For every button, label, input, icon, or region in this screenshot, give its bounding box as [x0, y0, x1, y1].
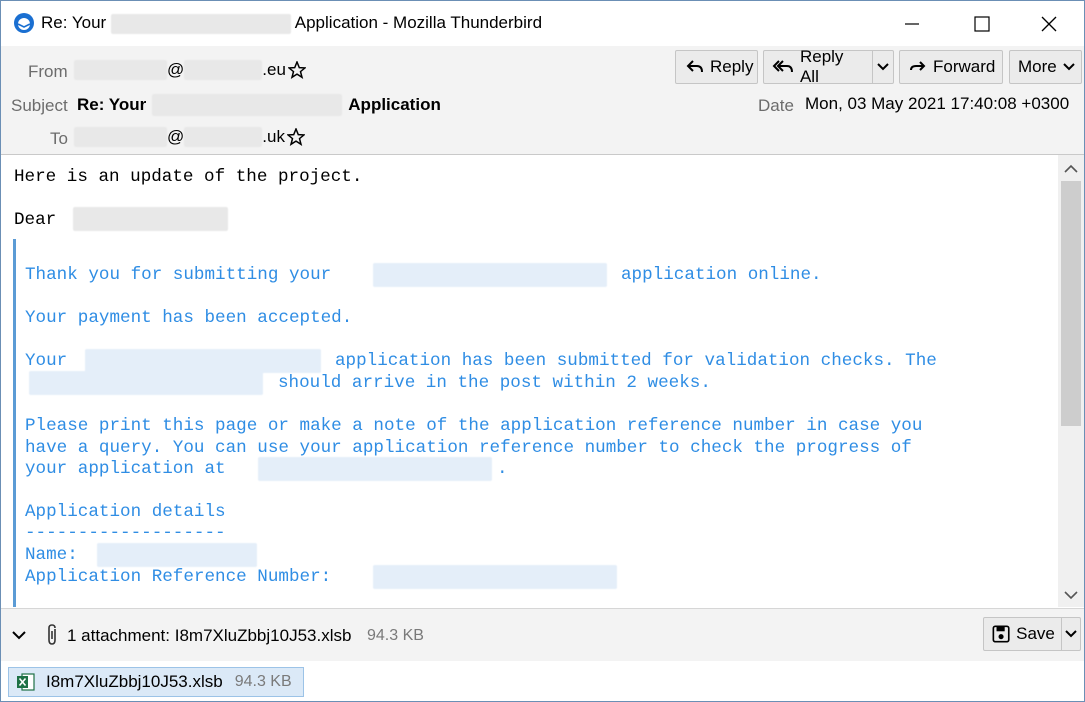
message-body: Here is an update of the project. Dear T… [1, 155, 1057, 607]
redacted-text [74, 60, 167, 80]
attachment-size: 94.3 KB [367, 627, 424, 644]
title-suffix: Application - Mozilla Thunderbird [294, 13, 543, 32]
quote-bar [13, 239, 16, 607]
quoted-text: Thank you for submitting your [25, 265, 332, 285]
redacted-text [29, 371, 263, 395]
from-address[interactable]: @ .eu [74, 60, 306, 80]
greeting-text: Dear [14, 210, 57, 230]
save-dropdown[interactable] [1060, 618, 1080, 650]
from-domain: .eu [262, 60, 286, 79]
minimize-button[interactable] [877, 1, 947, 46]
forward-label: Forward [933, 57, 996, 76]
attachment-file-size: 94.3 KB [234, 673, 292, 690]
scrollbar-thumb[interactable] [1061, 181, 1081, 426]
chevron-down-icon [877, 63, 889, 71]
to-address[interactable]: @ .uk [74, 127, 305, 147]
title-prefix: Re: Your [41, 13, 107, 32]
subject-label: Subject [11, 96, 68, 115]
subject-prefix: Re: Your [77, 95, 147, 114]
quoted-text: should arrive in the post within 2 weeks… [278, 373, 711, 393]
excel-file-icon [17, 673, 35, 691]
chevron-down-icon [1063, 63, 1075, 71]
reply-button[interactable]: Reply [675, 50, 758, 84]
attachment-list: I8m7XluZbbj10J53.xlsb 94.3 KB [1, 661, 1084, 701]
attachment-item[interactable]: I8m7XluZbbj10J53.xlsb 94.3 KB [8, 667, 304, 697]
quoted-text: Please print this page or make a note of… [25, 416, 923, 436]
more-button[interactable]: More [1009, 50, 1082, 84]
forward-button[interactable]: Forward [899, 50, 1003, 84]
to-domain: .uk [262, 127, 285, 146]
redacted-text [74, 127, 167, 147]
star-icon[interactable] [287, 61, 306, 79]
chevron-down-icon [1065, 630, 1077, 638]
quoted-text: application online. [621, 265, 822, 285]
close-button[interactable] [1014, 1, 1084, 46]
subject-suffix: Application [348, 95, 441, 114]
reply-icon [686, 60, 703, 73]
intro-text: Here is an update of the project. [14, 167, 363, 187]
quoted-text: application has been submitted for valid… [335, 351, 937, 371]
redacted-text [152, 94, 343, 116]
details-rule: ------------------- [25, 523, 226, 543]
attachment-summary[interactable]: 1 attachment: I8m7XluZbbj10J53.xlsb [67, 626, 351, 646]
to-label: To [50, 129, 68, 148]
close-icon [1041, 16, 1057, 31]
title-bar: Re: Your Application - Mozilla Thunderbi… [1, 1, 1084, 46]
vertical-scrollbar[interactable] [1058, 155, 1084, 607]
chevron-down-icon[interactable] [11, 630, 27, 640]
redacted-link[interactable] [258, 457, 492, 481]
quoted-text: your application at [25, 459, 226, 479]
reply-all-button[interactable]: Reply All [763, 47, 894, 86]
quoted-text: Your payment has been accepted. [25, 308, 353, 328]
at-sign: @ [167, 60, 185, 79]
thunderbird-window: Re: Your Application - Mozilla Thunderbi… [0, 0, 1085, 702]
date-value: Mon, 03 May 2021 17:40:08 +0300 [805, 94, 1070, 113]
attachment-file-name: I8m7XluZbbj10J53.xlsb [46, 672, 223, 691]
redacted-text [184, 127, 263, 147]
redacted-text [73, 207, 228, 231]
quoted-text: . [497, 459, 508, 479]
more-label: More [1018, 57, 1057, 76]
maximize-button[interactable] [947, 1, 1017, 46]
quoted-text: Your [25, 351, 68, 371]
paperclip-icon [48, 624, 56, 645]
star-icon[interactable] [286, 128, 305, 146]
redacted-text [184, 60, 263, 80]
attachment-bar: 1 attachment: I8m7XluZbbj10J53.xlsb 94.3… [1, 608, 1084, 662]
reply-all-icon [772, 60, 793, 73]
redacted-text [85, 349, 321, 373]
from-label: From [28, 62, 68, 81]
window-title: Re: Your Application - Mozilla Thunderbi… [41, 13, 542, 34]
redacted-text [373, 565, 617, 589]
forward-icon [910, 61, 926, 71]
reply-all-label: Reply All [799, 47, 844, 86]
scroll-down-icon[interactable] [1058, 585, 1084, 605]
reply-label: Reply [710, 57, 754, 76]
maximize-icon [974, 15, 990, 32]
save-icon [992, 625, 1010, 643]
quoted-text: have a query. You can use your applicati… [25, 438, 912, 458]
scroll-up-icon[interactable] [1058, 159, 1084, 179]
name-label: Name: [25, 545, 78, 565]
message-header: From @ .eu Subject Re: Your Application … [1, 46, 1084, 155]
save-button[interactable]: Save [983, 617, 1081, 651]
reply-all-dropdown[interactable] [872, 51, 893, 83]
details-title: Application details [25, 502, 226, 522]
redacted-text [373, 263, 607, 287]
save-label: Save [1016, 624, 1055, 643]
date-label: Date [758, 96, 794, 115]
redacted-text [97, 543, 257, 567]
redacted-text [110, 13, 291, 34]
thunderbird-logo-icon [13, 12, 35, 34]
subject-value: Re: Your Application [77, 94, 441, 116]
reference-label: Application Reference Number: [25, 567, 332, 587]
minimize-icon [905, 22, 919, 25]
at-sign: @ [167, 127, 185, 146]
